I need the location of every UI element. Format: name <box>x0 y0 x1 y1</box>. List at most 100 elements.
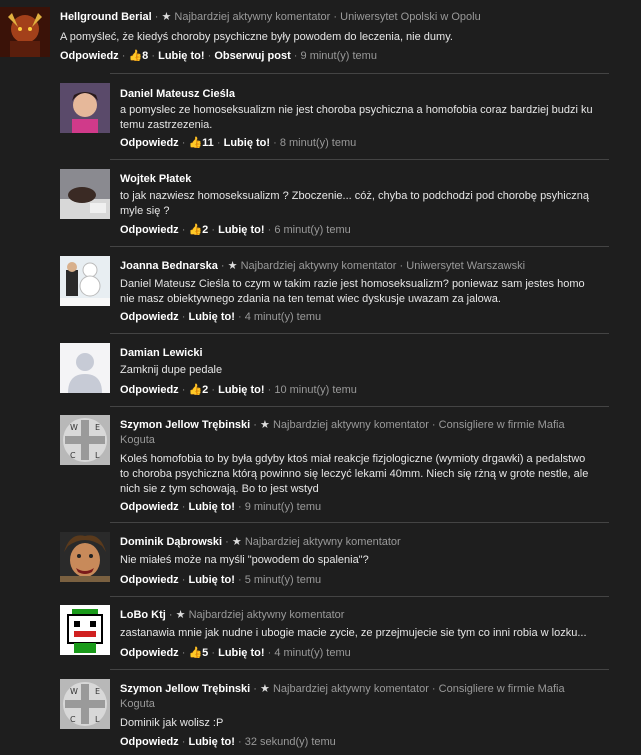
default-avatar-icon <box>60 343 110 393</box>
timestamp[interactable]: 8 minut(y) temu <box>280 137 356 149</box>
avatar[interactable]: W E C L <box>60 679 110 729</box>
comment-actions: Odpowiedz · Lubię to! · 4 minut(y) temu <box>120 311 322 323</box>
thumbs-up-icon: 👍 <box>188 384 203 396</box>
reply-link[interactable]: Odpowiedz <box>120 137 179 149</box>
divider <box>110 669 609 670</box>
affiliation-continued[interactable]: Koguta <box>120 698 155 711</box>
star-icon: ★ <box>227 260 238 272</box>
avatar[interactable] <box>60 343 110 393</box>
like-link[interactable]: Lubię to! <box>218 224 264 236</box>
svg-text:W: W <box>70 423 78 432</box>
reply-link[interactable]: Odpowiedz <box>120 224 179 236</box>
avatar-image <box>60 83 110 133</box>
comment-header: Szymon Jellow Trębinski · ★ Najbardziej … <box>120 683 565 695</box>
affiliation[interactable]: Consigliere w firmie Mafia <box>439 419 565 431</box>
author-name[interactable]: Daniel Mateusz Cieśla <box>120 88 235 100</box>
like-link[interactable]: Lubię to! <box>188 311 234 323</box>
timestamp[interactable]: 9 minut(y) temu <box>245 501 321 513</box>
like-count[interactable]: 2 <box>202 224 208 236</box>
badge: Najbardziej aktywny komentator <box>174 11 331 23</box>
timestamp[interactable]: 10 minut(y) temu <box>274 384 357 396</box>
affiliation[interactable]: Uniwersytet Opolski w Opolu <box>340 11 481 23</box>
divider <box>110 159 609 160</box>
avatar[interactable] <box>60 605 110 655</box>
comment-header: Szymon Jellow Trębinski · ★ Najbardziej … <box>120 419 565 431</box>
author-name[interactable]: Dominik Dąbrowski <box>120 536 222 548</box>
avatar[interactable] <box>60 532 110 582</box>
avatar-image <box>60 532 110 582</box>
comment-header: Damian Lewicki <box>120 347 203 360</box>
avatar[interactable] <box>0 7 50 57</box>
comment-text-line: temu zastrzezenia. <box>120 119 213 131</box>
svg-text:E: E <box>95 423 100 432</box>
divider <box>110 406 609 407</box>
follow-post-link[interactable]: Obserwuj post <box>214 50 290 62</box>
author-name[interactable]: Joanna Bednarska <box>120 260 218 272</box>
like-count[interactable]: 5 <box>202 647 208 659</box>
comment-text-line: myle się ? <box>120 205 170 217</box>
svg-text:C: C <box>70 715 76 724</box>
like-link[interactable]: Lubię to! <box>188 501 234 513</box>
affiliation-continued[interactable]: Koguta <box>120 434 155 447</box>
thumbs-up-icon: 👍 <box>188 224 203 236</box>
comment-header: Daniel Mateusz Cieśla <box>120 88 235 101</box>
star-icon: ★ <box>231 536 242 548</box>
like-count[interactable]: 2 <box>202 384 208 396</box>
comment-header: LoBo Ktj · ★ Najbardziej aktywny komenta… <box>120 609 345 621</box>
reply-link[interactable]: Odpowiedz <box>60 50 119 62</box>
comment-actions: Odpowiedz · 👍2 · Lubię to! · 10 minut(y)… <box>120 384 357 396</box>
avatar[interactable] <box>60 256 110 306</box>
reply-link[interactable]: Odpowiedz <box>120 574 179 586</box>
author-name[interactable]: Hellground Berial <box>60 11 152 23</box>
comment-actions: Odpowiedz · Lubię to! · 32 sekund(y) tem… <box>120 736 336 748</box>
reply-link[interactable]: Odpowiedz <box>120 647 179 659</box>
comment-text: Nie miałeś może na myśli "powodem do spa… <box>120 554 369 566</box>
timestamp[interactable]: 9 minut(y) temu <box>301 50 377 62</box>
like-link[interactable]: Lubię to! <box>224 137 270 149</box>
timestamp[interactable]: 4 minut(y) temu <box>245 311 321 323</box>
comment-actions: Odpowiedz · 👍8 · Lubię to! · Obserwuj po… <box>60 50 377 62</box>
badge: Najbardziej aktywny komentator <box>272 683 429 695</box>
avatar[interactable] <box>60 83 110 133</box>
comment-text: zastanawia mnie jak nudne i ubogie macie… <box>120 627 587 639</box>
avatar[interactable] <box>60 169 110 219</box>
author-name[interactable]: Damian Lewicki <box>120 347 203 359</box>
divider <box>110 246 609 247</box>
comment-actions: Odpowiedz · 👍11 · Lubię to! · 8 minut(y)… <box>120 137 357 149</box>
affiliation[interactable]: Consigliere w firmie Mafia <box>439 683 565 695</box>
avatar[interactable]: W E C L <box>60 415 110 465</box>
timestamp[interactable]: 32 sekund(y) temu <box>245 736 336 748</box>
timestamp[interactable]: 4 minut(y) temu <box>274 647 350 659</box>
svg-text:L: L <box>95 451 100 460</box>
reply-link[interactable]: Odpowiedz <box>120 736 179 748</box>
comment-text: Zamknij dupe pedale <box>120 364 223 376</box>
author-name[interactable]: LoBo Ktj <box>120 609 166 621</box>
star-icon: ★ <box>175 609 186 621</box>
author-name[interactable]: Szymon Jellow Trębinski <box>120 683 250 695</box>
reply-link[interactable]: Odpowiedz <box>120 384 179 396</box>
comment-text: Koleś homofobia to by była gdyby ktoś mi… <box>120 452 600 497</box>
reply-link[interactable]: Odpowiedz <box>120 311 179 323</box>
author-name[interactable]: Szymon Jellow Trębinski <box>120 419 250 431</box>
timestamp[interactable]: 5 minut(y) temu <box>245 574 321 586</box>
like-count[interactable]: 8 <box>142 50 148 62</box>
comment-text-line: Koleś homofobia to by była gdyby ktoś mi… <box>120 453 586 465</box>
like-count[interactable]: 11 <box>202 137 214 149</box>
like-link[interactable]: Lubię to! <box>158 50 204 62</box>
author-name[interactable]: Wojtek Płatek <box>120 173 191 185</box>
like-link[interactable]: Lubię to! <box>218 384 264 396</box>
comment-actions: Odpowiedz · Lubię to! · 9 minut(y) temu <box>120 501 322 513</box>
comment-actions: Odpowiedz · Lubię to! · 5 minut(y) temu <box>120 574 322 586</box>
comment-text-line: to jak nazwiesz homoseksualizm ? Zboczen… <box>120 190 589 202</box>
affiliation[interactable]: Uniwersytet Warszawski <box>406 260 525 272</box>
comment-text-line: Daniel Mateusz Cieśla to czym w takim ra… <box>120 278 585 290</box>
like-link[interactable]: Lubię to! <box>188 574 234 586</box>
comment-header: Hellground Berial · ★ Najbardziej aktywn… <box>60 11 481 23</box>
reply-link[interactable]: Odpowiedz <box>120 501 179 513</box>
timestamp[interactable]: 6 minut(y) temu <box>274 224 350 236</box>
divider <box>110 522 609 523</box>
like-link[interactable]: Lubię to! <box>218 647 264 659</box>
svg-text:W: W <box>70 687 78 696</box>
like-link[interactable]: Lubię to! <box>188 736 234 748</box>
badge: Najbardziej aktywny komentator <box>188 609 345 621</box>
